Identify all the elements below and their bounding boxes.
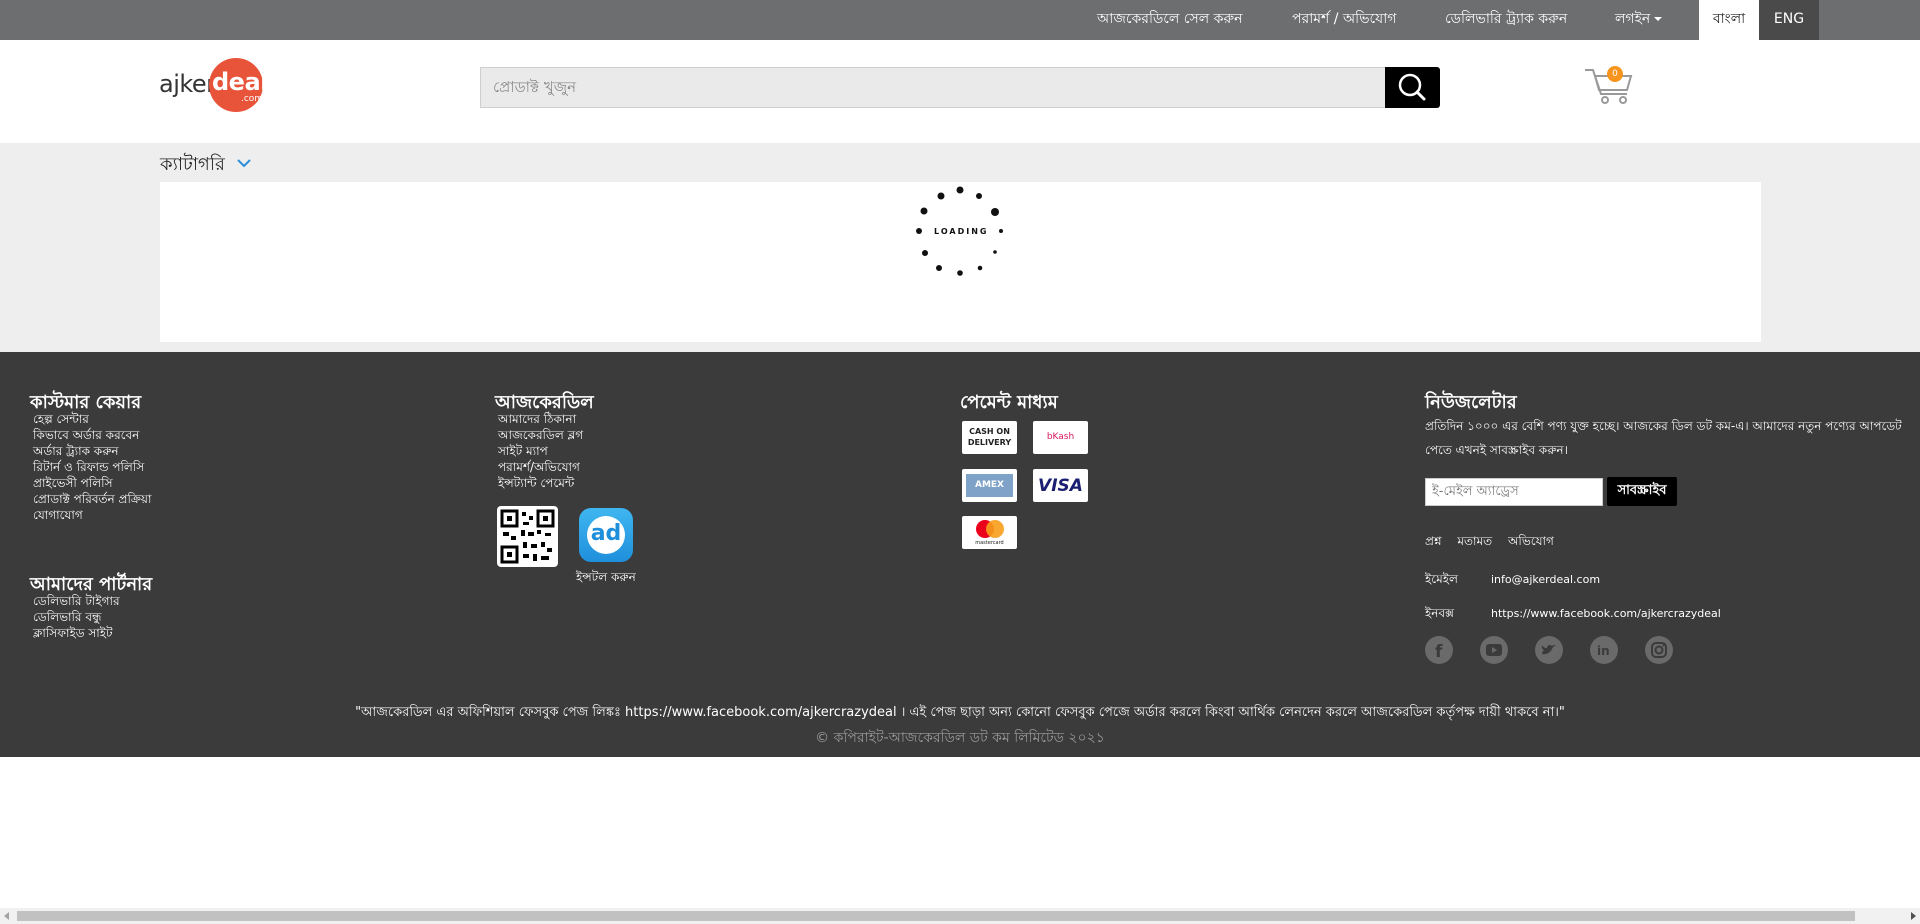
ajkerdeal-link[interactable]: পরামর্শ/অভিযোগ — [498, 459, 583, 475]
newsletter-description: প্রতিদিন ১০০০ এর বেশি পণ্য যুক্ত হচ্ছে। … — [1425, 419, 1902, 457]
sell-link[interactable]: আজকেরডিলে সেল করুন — [1097, 0, 1243, 40]
chevron-down-icon[interactable] — [236, 158, 252, 168]
partner-link[interactable]: ডেলিভারি টাইগার — [33, 593, 120, 609]
linkedin-icon[interactable]: in — [1590, 636, 1618, 664]
inbox-row: ইনবক্স https://www.facebook.com/ajkercraz… — [1425, 605, 1721, 625]
logo-com-text: .com — [241, 94, 264, 104]
customer-care-link[interactable]: অর্ডার ট্র্যাক করুন — [33, 443, 152, 459]
complaint-link[interactable]: অভিযোগ — [1508, 534, 1554, 548]
language-english-button[interactable]: ENG — [1759, 0, 1819, 40]
inbox-label: ইনবক্স — [1425, 606, 1454, 620]
instagram-icon[interactable] — [1645, 636, 1673, 664]
scroll-left-arrow-icon[interactable] — [4, 912, 9, 920]
ajkerdeal-list: আমাদের ঠিকানা আজকেরডিল ব্লগ সাইট ম্যাপ প… — [498, 411, 583, 491]
login-label: লগইন — [1615, 11, 1651, 27]
question-link[interactable]: প্রশ্ন — [1425, 534, 1442, 548]
email-row: ইমেইল info@ajkerdeal.com — [1425, 571, 1600, 591]
ajkerdeal-link[interactable]: আজকেরডিল ব্লগ — [498, 427, 583, 443]
copyright-text: © কপিরাইট-আজকেরডিল ডট কম লিমিটেড ২০২১ — [815, 730, 1105, 746]
track-delivery-link[interactable]: ডেলিভারি ট্র্যাক করুন — [1445, 0, 1567, 40]
cod-text: CASH ON DELIVERY — [967, 427, 1012, 447]
qr-code — [497, 506, 558, 567]
inbox-value[interactable]: https://www.facebook.com/ajkercrazydeal — [1491, 607, 1721, 620]
logo-deal-text: deal — [212, 68, 268, 96]
feedback-link[interactable]: পরামর্শ / অভিযোগ — [1292, 0, 1396, 40]
amex-logo: AMEX — [962, 469, 1017, 502]
visa-text: VISA — [1038, 476, 1083, 496]
payment-heading: পেমেন্ট মাধ্যম — [960, 392, 1058, 413]
logo-ajker-text: ajker — [159, 70, 216, 98]
qr-code-icon — [500, 509, 555, 564]
customer-care-link[interactable]: কিভাবে অর্ডার করবেন — [33, 427, 152, 443]
email-value[interactable]: info@ajkerdeal.com — [1491, 573, 1600, 586]
cart-count-badge: 0 — [1607, 66, 1623, 82]
customer-care-link[interactable]: যোগাযোগ — [33, 507, 152, 523]
ajkerdeal-link[interactable]: ইন্সট্যান্ট পেমেন্ট — [498, 475, 583, 491]
customer-care-list: হেল্প সেন্টার কিভাবে অর্ডার করবেন অর্ডার… — [33, 411, 152, 523]
caret-down-icon — [1654, 17, 1663, 21]
amex-text: AMEX — [974, 480, 1004, 490]
ajkerdeal-link[interactable]: সাইট ম্যাপ — [498, 443, 583, 459]
bkash-logo: bKash — [1033, 421, 1088, 454]
newsletter-links: প্রশ্ন মতামত অভিযোগ — [1425, 533, 1566, 553]
partner-link[interactable]: ডেলিভারি বন্ধু — [33, 609, 120, 625]
customer-care-link[interactable]: প্রাইভেসী পলিসি — [33, 475, 152, 491]
customer-care-link[interactable]: প্রোডাক্ট পরিবর্তন প্রক্রিয়া — [33, 491, 152, 507]
twitter-icon[interactable] — [1535, 636, 1563, 664]
search-icon — [1398, 73, 1426, 101]
disclaimer-text: "আজকেরডিল এর অফিশিয়াল ফেসবুক পেজ লিঙ্কঃ… — [355, 705, 1565, 720]
newsletter-email-input[interactable]: ই-মেইল অ্যাড্রেস — [1425, 478, 1603, 506]
partner-link[interactable]: ক্লাসিফাইড সাইট — [33, 625, 120, 641]
partners-list: ডেলিভারি টাইগার ডেলিভারি বন্ধু ক্লাসিফাই… — [33, 593, 120, 641]
bkash-text: bKash — [1046, 432, 1075, 442]
customer-care-link[interactable]: রিটার্ন ও রিফান্ড পলিসি — [33, 459, 152, 475]
youtube-icon[interactable] — [1480, 636, 1508, 664]
mastercard-circles-icon — [976, 520, 1004, 538]
cash-on-delivery-logo: CASH ON DELIVERY — [962, 421, 1017, 454]
email-label: ইমেইল — [1425, 572, 1458, 586]
svg-text:in: in — [1597, 644, 1610, 658]
app-install-icon[interactable]: ad — [579, 508, 633, 562]
language-bangla-button[interactable]: বাংলা — [1699, 0, 1759, 40]
site-logo[interactable]: ajker deal .com — [159, 56, 271, 114]
ajkerdeal-link[interactable]: আমাদের ঠিকানা — [498, 411, 583, 427]
customer-care-link[interactable]: হেল্প সেন্টার — [33, 411, 152, 427]
top-bar: আজকেরডিলে সেল করুন পরামর্শ / অভিযোগ ডেলি… — [0, 0, 1920, 40]
visa-logo: VISA — [1033, 469, 1088, 502]
login-dropdown[interactable]: লগইন — [1615, 0, 1663, 40]
search-button[interactable] — [1385, 67, 1440, 108]
opinion-link[interactable]: মতামত — [1457, 534, 1492, 548]
search-input[interactable]: প্রোডাক্ট খুজুন — [480, 67, 1386, 108]
loading-text: LOADING — [934, 227, 989, 236]
subscribe-button[interactable]: সাবস্ক্রাইব — [1607, 477, 1677, 506]
scrollbar-thumb[interactable] — [17, 911, 1855, 921]
footer: কাস্টমার কেয়ার হেল্প সেন্টার কিভাবে অর্… — [0, 352, 1920, 757]
mastercard-text: mastercard — [975, 540, 1004, 546]
scroll-right-arrow-icon[interactable] — [1911, 912, 1916, 920]
app-icon-text: ad — [587, 516, 625, 554]
facebook-icon[interactable]: f — [1425, 636, 1453, 664]
svg-text:f: f — [1435, 642, 1443, 662]
horizontal-scrollbar[interactable] — [0, 908, 1920, 924]
category-menu-label[interactable]: ক্যাটাগরি — [160, 150, 225, 181]
mastercard-logo: mastercard — [962, 516, 1017, 549]
app-install-caption[interactable]: ইন্সটল করুন — [576, 569, 636, 589]
